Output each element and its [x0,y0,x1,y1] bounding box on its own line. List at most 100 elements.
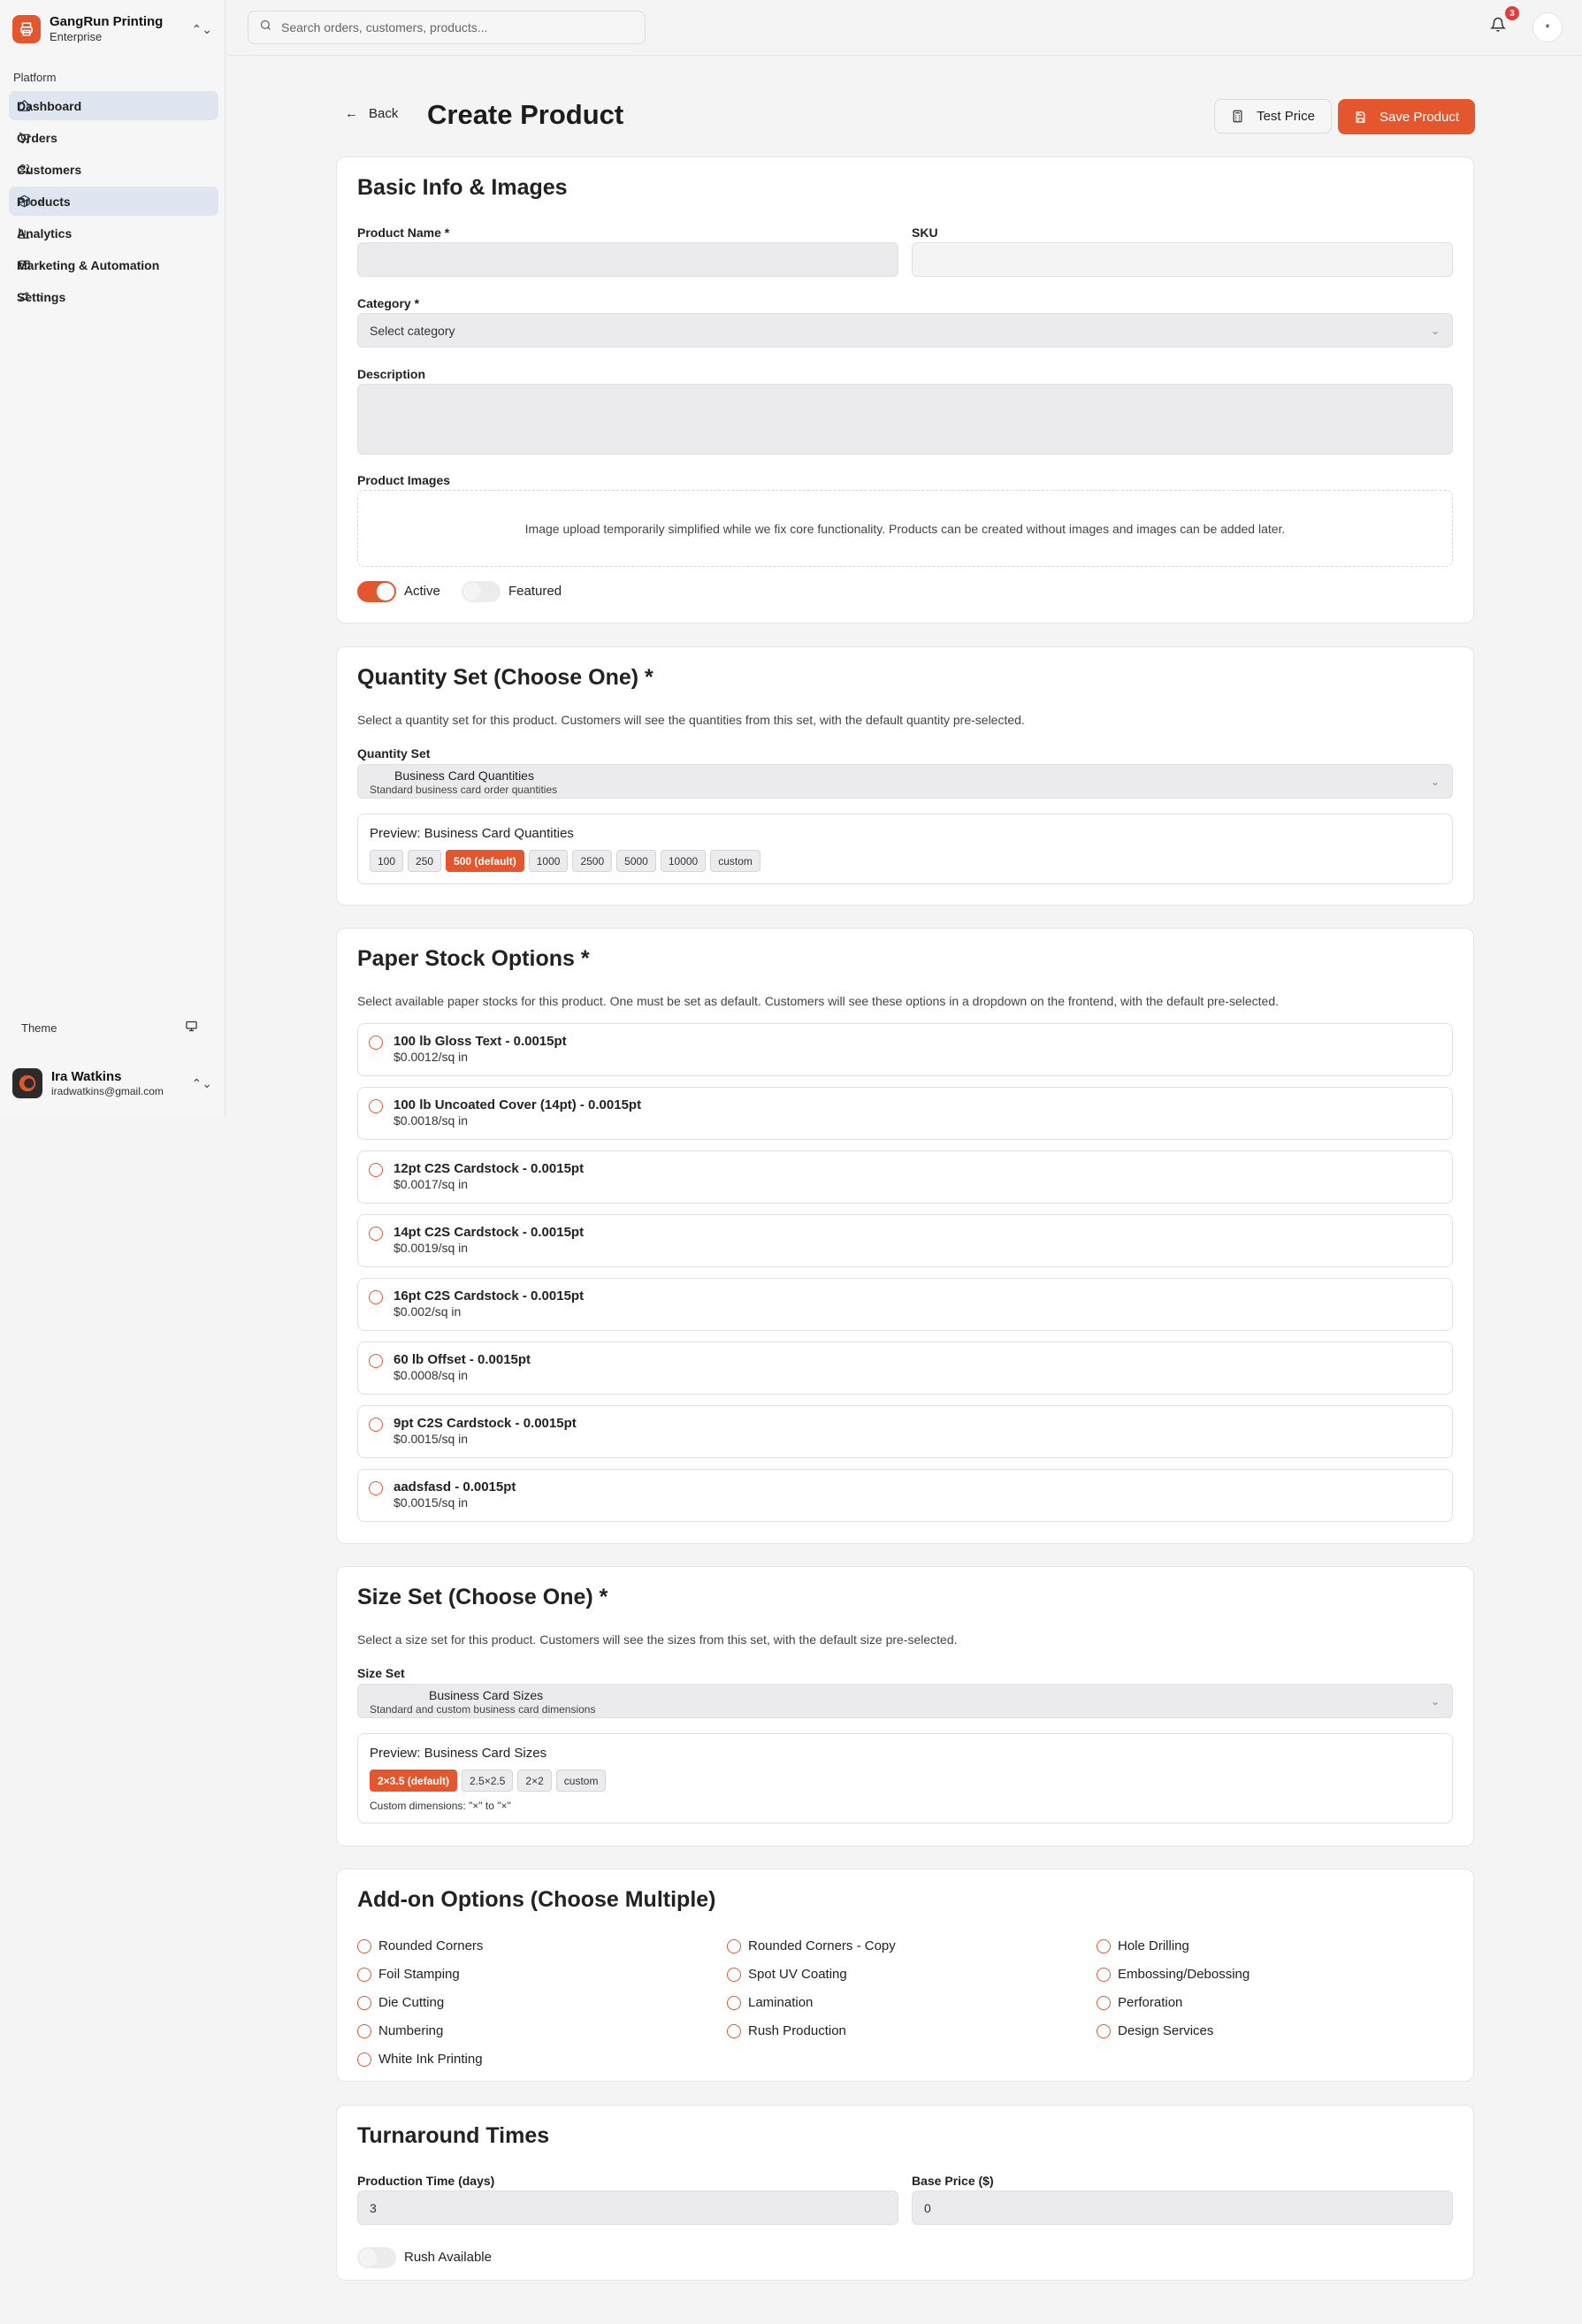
product-name-field[interactable] [357,242,898,277]
image-upload-area[interactable]: Image upload temporarily simplified whil… [357,490,1453,567]
radio-button[interactable] [369,1099,383,1113]
user-menu[interactable]: Ira Watkins iradwatkins@gmail.com ⌃⌄ [12,1068,212,1098]
preview-title: Preview: Business Card Quantities [370,826,574,841]
radio-button[interactable] [357,1938,371,1953]
rush-available-toggle[interactable] [357,2247,396,2268]
sidebar-item-settings[interactable]: Settings › [9,282,218,311]
stock-price: $0.0017/sq in [394,1177,469,1191]
radio-button[interactable] [369,1418,383,1432]
quantity-chip: 10000 [660,850,707,872]
radio-button[interactable] [369,1290,383,1304]
radio-button[interactable] [1097,1938,1111,1953]
sidebar-item-marketing[interactable]: Marketing & Automation › [9,250,218,279]
notification-badge: 3 [1505,6,1519,20]
addon-option[interactable]: Rush Production [727,2023,846,2038]
addon-option[interactable]: Lamination [727,1995,813,2010]
active-toggle[interactable] [357,581,396,602]
sidebar-item-label: Orders [17,130,57,145]
profile-avatar[interactable]: * [1532,12,1563,42]
sidebar-item-customers[interactable]: Customers [9,155,218,184]
addon-option[interactable]: Embossing/Debossing [1097,1967,1250,1982]
radio-button[interactable] [357,1967,371,1982]
radio-button[interactable] [369,1163,383,1177]
sidebar-item-dashboard[interactable]: Dashboard [9,91,218,120]
sidebar: GangRun Printing Enterprise ⌃⌄ Platform … [0,0,225,1116]
stock-name: 60 lb Offset - 0.0015pt [394,1352,531,1367]
quantity-chip: 250 [408,850,442,872]
radio-button[interactable] [727,1995,741,2010]
addon-option[interactable]: Rounded Corners - Copy [727,1938,896,1953]
sidebar-item-label: Analytics [17,226,73,241]
active-label: Active [404,584,440,599]
addon-option[interactable]: Perforation [1097,1995,1182,2010]
stock-name: 16pt C2S Cardstock - 0.0015pt [394,1288,585,1303]
addon-option[interactable]: White Ink Printing [357,2052,483,2067]
radio-button[interactable] [727,2023,741,2038]
turnaround-card: Turnaround Times Production Time (days) … [336,2105,1474,2281]
back-button[interactable]: ← Back [345,106,398,121]
addon-option[interactable]: Foil Stamping [357,1967,460,1982]
sidebar-item-label: Settings [17,289,66,304]
basic-info-card: Basic Info & Images Product Name * SKU C… [336,157,1474,623]
save-icon [1356,111,1365,123]
addon-option[interactable]: Hole Drilling [1097,1938,1189,1953]
addon-label: Rounded Corners - Copy [748,1938,896,1953]
sku-field[interactable] [912,242,1453,277]
radio-button[interactable] [727,1938,741,1953]
sidebar-item-analytics[interactable]: Analytics [9,218,218,248]
page-title: Create Product [427,99,624,130]
avatar [12,1068,42,1098]
radio-button[interactable] [1097,2023,1111,2038]
quantity-set-select[interactable]: Business Card Quantities Standard busine… [357,764,1453,799]
quantity-preview: Preview: Business Card Quantities 100 25… [357,814,1453,884]
sidebar-item-orders[interactable]: Orders [9,123,218,152]
paper-stock-option[interactable]: 9pt C2S Cardstock - 0.0015pt $0.0015/sq … [357,1405,1453,1458]
category-select[interactable]: Select category ⌄ [357,313,1453,348]
test-price-button[interactable]: Test Price [1214,99,1332,134]
selected-size-desc: Standard and custom business card dimens… [370,1703,596,1716]
paper-stock-option[interactable]: 60 lb Offset - 0.0015pt $0.0008/sq in [357,1342,1453,1395]
base-price-label: Base Price ($) [912,2174,994,2188]
description-textarea[interactable] [357,384,1453,455]
chevron-down-icon: ⌄ [1430,1695,1440,1708]
radio-button[interactable] [357,2023,371,2038]
paper-stock-option[interactable]: 14pt C2S Cardstock - 0.0015pt $0.0019/sq… [357,1214,1453,1267]
sidebar-item-products[interactable]: Products › [9,187,218,216]
save-product-button[interactable]: Save Product [1338,99,1475,134]
paper-stock-option[interactable]: aadsfasd - 0.0015pt $0.0015/sq in [357,1469,1453,1522]
production-time-input[interactable]: 3 [357,2190,898,2225]
size-chip: 2×2 [517,1770,552,1792]
search-input[interactable] [281,20,617,34]
paper-stock-option[interactable]: 100 lb Gloss Text - 0.0015pt $0.0012/sq … [357,1023,1453,1076]
monitor-icon[interactable] [185,1020,198,1036]
image-upload-note: Image upload temporarily simplified whil… [524,521,1286,536]
paper-stock-option[interactable]: 100 lb Uncoated Cover (14pt) - 0.0015pt … [357,1087,1453,1140]
radio-button[interactable] [727,1967,741,1982]
radio-button[interactable] [369,1036,383,1050]
addon-option[interactable]: Rounded Corners [357,1938,483,1953]
search-box[interactable] [248,11,646,44]
radio-button[interactable] [369,1481,383,1495]
featured-toggle[interactable] [462,581,501,602]
chevron-down-icon: ⌄ [1430,776,1440,788]
radio-button[interactable] [1097,1967,1111,1982]
bell-icon[interactable] [1489,17,1511,38]
paper-stock-option[interactable]: 12pt C2S Cardstock - 0.0015pt $0.0017/sq… [357,1151,1453,1204]
radio-button[interactable] [357,2052,371,2067]
radio-button[interactable] [369,1354,383,1368]
rush-available-label: Rush Available [404,2250,492,2265]
addon-option[interactable]: Spot UV Coating [727,1967,847,1982]
radio-button[interactable] [369,1227,383,1241]
brand-switcher[interactable]: GangRun Printing Enterprise ⌃⌄ [12,12,212,46]
paper-stock-option[interactable]: 16pt C2S Cardstock - 0.0015pt $0.002/sq … [357,1278,1453,1331]
addon-option[interactable]: Die Cutting [357,1995,444,2010]
radio-button[interactable] [357,1995,371,2010]
addon-option[interactable]: Numbering [357,2023,443,2038]
base-price-input[interactable]: 0 [912,2190,1453,2225]
test-price-label: Test Price [1257,109,1315,124]
addon-label: Spot UV Coating [748,1967,847,1982]
addon-option[interactable]: Design Services [1097,2023,1213,2038]
addon-label: Design Services [1118,2023,1214,2038]
size-set-select[interactable]: Business Card Sizes Standard and custom … [357,1684,1453,1718]
radio-button[interactable] [1097,1995,1111,2010]
